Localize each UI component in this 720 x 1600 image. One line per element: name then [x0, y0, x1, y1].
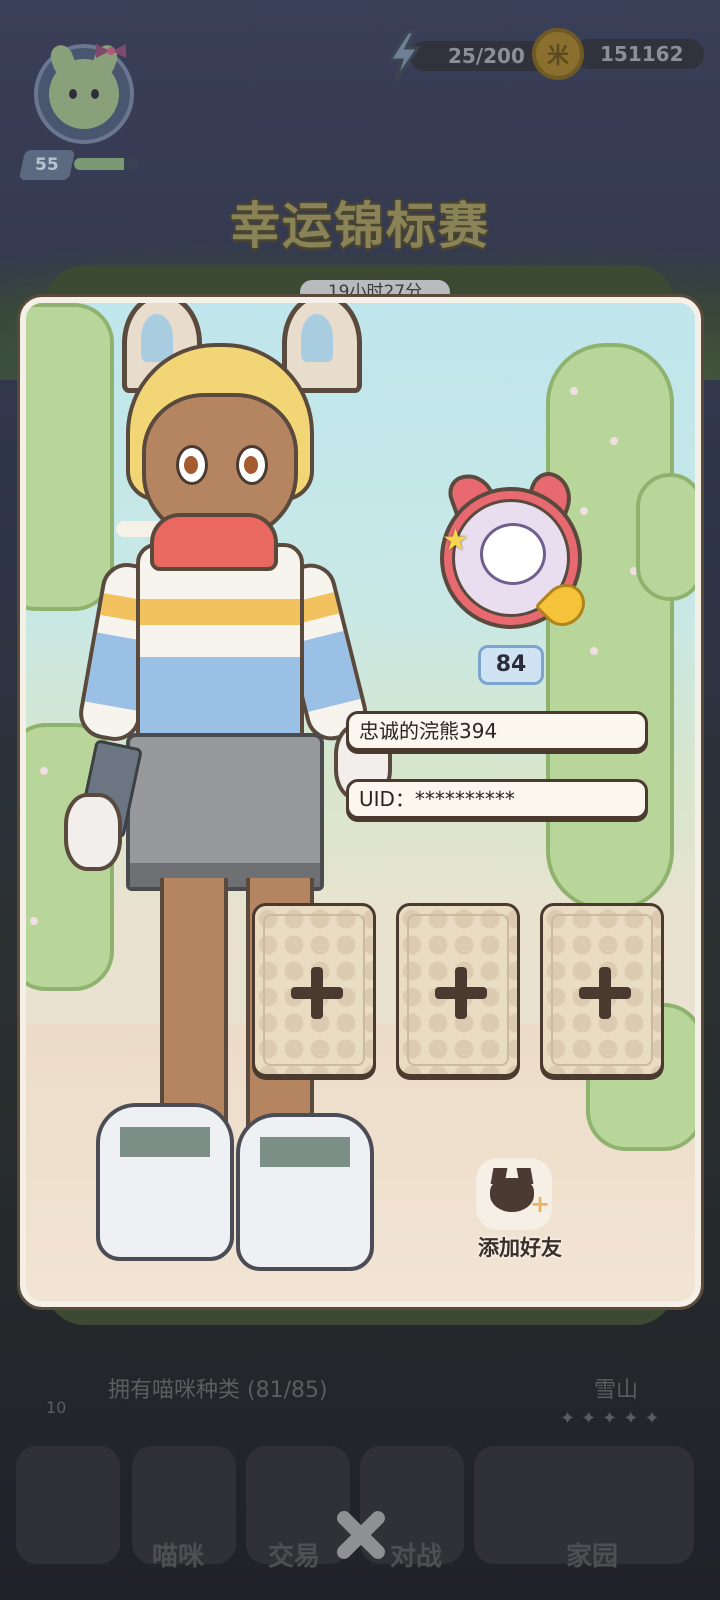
character-shoe — [96, 1103, 234, 1261]
card-slot-2[interactable] — [396, 903, 520, 1077]
nav-menu-button[interactable] — [16, 1446, 120, 1564]
nav-trade-label: 交易 — [268, 1542, 321, 1572]
profile-card: ★ 84 忠诚的浣熊394 UID：********** + 添加好友 — [20, 297, 701, 1307]
character-shoe — [236, 1113, 374, 1271]
close-icon[interactable] — [330, 1506, 390, 1566]
xp-bar-fill — [74, 158, 124, 170]
energy-counter[interactable]: 25/200 — [384, 30, 554, 81]
character-hood — [150, 513, 278, 571]
xp-bar — [74, 158, 140, 170]
cat-head-icon — [490, 1178, 534, 1212]
cactus-decoration — [546, 343, 674, 911]
card-slot-3[interactable] — [540, 903, 664, 1077]
cactus-decoration — [636, 473, 695, 601]
collection-level: 10 — [46, 1398, 67, 1417]
character-shorts — [126, 733, 324, 891]
bow-icon — [96, 44, 126, 58]
plus-icon — [291, 967, 343, 1019]
profile-frame-badge[interactable]: ★ — [436, 466, 594, 635]
lightning-icon — [387, 30, 421, 81]
profile-level-badge: 84 — [478, 645, 544, 685]
nav-cats-label: 喵咪 — [152, 1542, 205, 1572]
nav-home-label: 家园 — [566, 1542, 619, 1572]
location-name: 雪山 — [594, 1378, 639, 1403]
plus-icon — [435, 967, 487, 1019]
character-leg — [160, 878, 228, 1132]
uid-field[interactable]: UID：********** — [346, 779, 648, 819]
nav-battle-label: 对战 — [390, 1542, 443, 1572]
add-friend-icon: + — [476, 1158, 552, 1230]
plus-icon: + — [530, 1190, 551, 1218]
coin-counter[interactable]: 米 151162 — [532, 28, 704, 80]
coin-value: 151162 — [574, 39, 704, 69]
player-level-badge: 55 — [18, 150, 76, 180]
coin-icon: 米 — [532, 28, 584, 80]
character-glove — [64, 793, 122, 871]
nickname-field: 忠诚的浣熊394 — [346, 711, 648, 751]
add-friend-label: 添加好友 — [478, 1236, 562, 1260]
collection-progress: 拥有喵咪种类 (81/85) — [108, 1378, 328, 1403]
unicorn-cat-icon — [480, 523, 546, 585]
character-jacket — [136, 543, 304, 751]
star-icon: ★ — [442, 523, 469, 558]
cat-face-icon — [49, 59, 119, 129]
card-slot-1[interactable] — [252, 903, 376, 1077]
plus-icon — [579, 967, 631, 1019]
event-title: 幸运锦标赛 — [230, 197, 490, 255]
location-stars: ✦✦✦✦✦ — [560, 1408, 666, 1429]
